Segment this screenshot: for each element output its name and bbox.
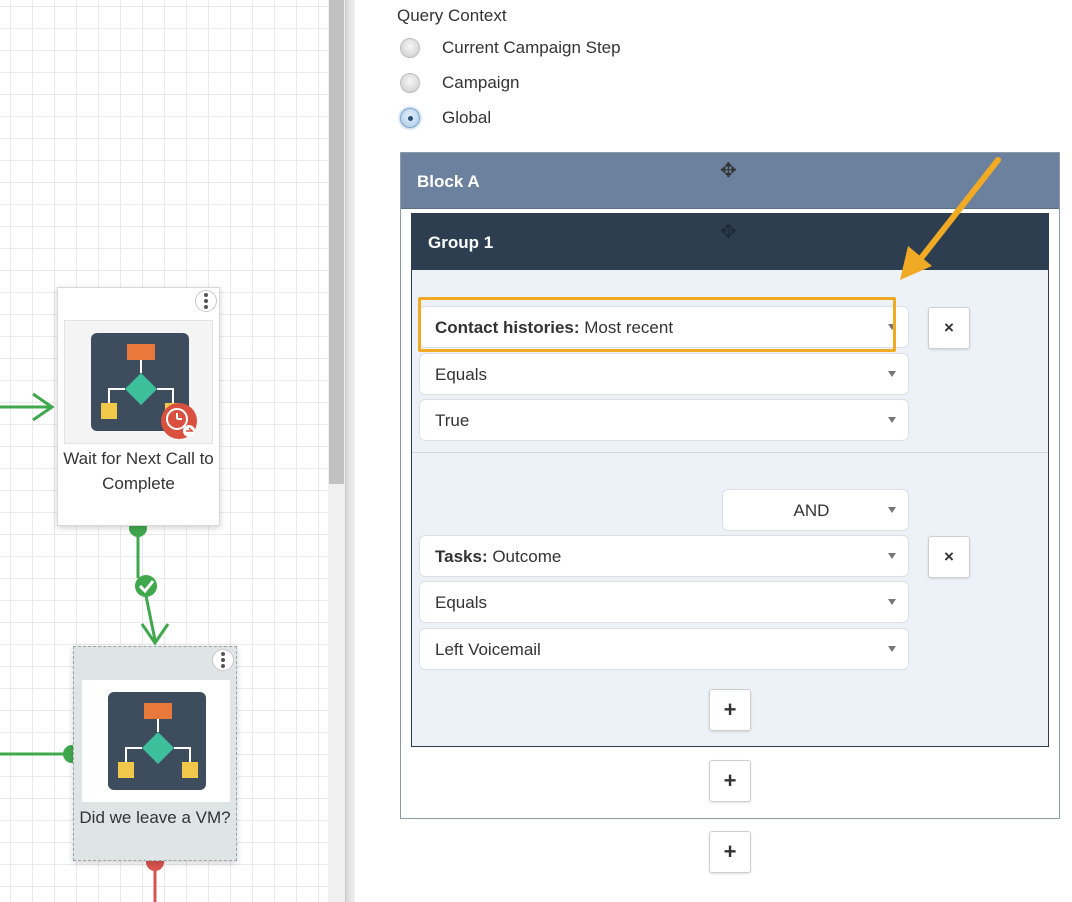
field-category: Contact histories: (435, 318, 580, 337)
chevron-down-icon (888, 324, 896, 330)
workflow-canvas[interactable]: Wait for Next Call to Complete Did we le… (0, 0, 328, 902)
radio-current-campaign-step[interactable]: Current Campaign Step (400, 38, 621, 58)
connector-value: AND (793, 501, 830, 520)
connector-select[interactable]: AND (722, 489, 909, 531)
remove-condition-button[interactable]: × (928, 536, 970, 578)
chevron-down-icon (888, 371, 896, 377)
radio-button-selected[interactable] (400, 108, 420, 128)
wait-node[interactable]: Wait for Next Call to Complete (57, 287, 220, 526)
radio-campaign[interactable]: Campaign (400, 73, 520, 93)
chevron-down-icon (888, 599, 896, 605)
radio-button[interactable] (400, 73, 420, 93)
field-name: Most recent (579, 318, 674, 337)
add-condition-button[interactable]: + (709, 689, 751, 731)
wait-node-icon (64, 320, 213, 444)
radio-label: Campaign (442, 73, 520, 92)
radio-label: Current Campaign Step (442, 38, 621, 57)
radio-button[interactable] (400, 38, 420, 58)
decision-node-icon (82, 680, 230, 802)
add-group-button[interactable]: + (709, 760, 751, 802)
chevron-down-icon (888, 646, 896, 652)
node-label: Did we leave a VM? (79, 808, 231, 827)
value-text: True (435, 411, 470, 430)
condition-divider (412, 452, 1048, 453)
operator-select[interactable]: Equals (419, 353, 909, 395)
block-title: Block A (417, 172, 480, 191)
operator-select[interactable]: Equals (419, 581, 909, 623)
move-icon[interactable]: ✥ (720, 219, 737, 244)
node-menu-icon[interactable] (212, 649, 234, 671)
panel-divider[interactable] (345, 0, 355, 902)
node-menu-icon[interactable] (195, 290, 217, 312)
value-select[interactable]: True (419, 399, 909, 441)
field-select[interactable]: Tasks: Outcome (419, 535, 909, 577)
operator-value: Equals (435, 365, 487, 384)
annotation-arrow (900, 157, 1001, 280)
field-category: Tasks: (435, 547, 488, 566)
query-context-label: Query Context (397, 6, 507, 25)
field-select[interactable]: Contact histories: Most recent (419, 306, 909, 348)
add-block-button[interactable]: + (709, 831, 751, 873)
chevron-down-icon (888, 507, 896, 513)
decision-node[interactable]: Did we leave a VM? (73, 646, 237, 861)
group-title: Group 1 (428, 233, 494, 252)
canvas-scroll-thumb[interactable] (329, 0, 344, 484)
check-icon (135, 575, 157, 597)
node-label: Wait for Next Call to Complete (63, 449, 214, 493)
operator-value: Equals (435, 593, 487, 612)
chevron-down-icon (888, 553, 896, 559)
move-icon[interactable]: ✥ (720, 158, 737, 183)
chevron-down-icon (888, 417, 896, 423)
remove-condition-button[interactable]: × (928, 307, 970, 349)
field-name: Outcome (487, 547, 562, 566)
value-select[interactable]: Left Voicemail (419, 628, 909, 670)
radio-label: Global (442, 108, 492, 127)
radio-global[interactable]: Global (400, 108, 491, 128)
value-text: Left Voicemail (435, 640, 541, 659)
